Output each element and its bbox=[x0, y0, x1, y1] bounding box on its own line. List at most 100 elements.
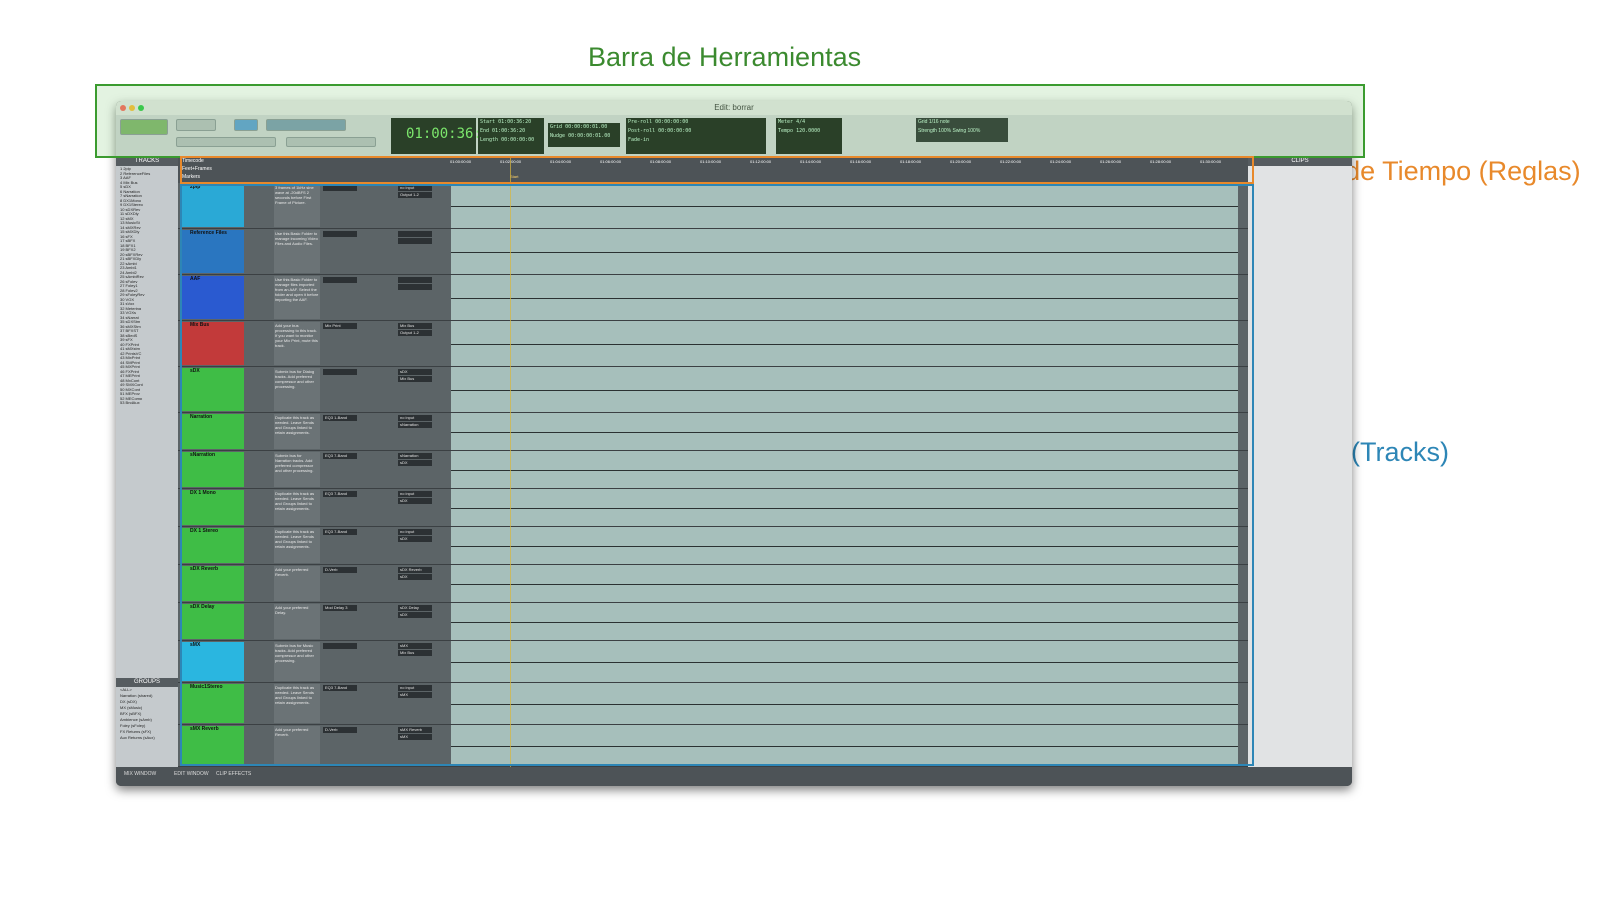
timeline-ruler[interactable]: Timecode Feet+Frames Markers Start 01:00… bbox=[178, 157, 1248, 183]
grid-settings-panel[interactable]: Grid 1/16 note Strength 100% Swing 100% bbox=[916, 118, 1008, 142]
track-name[interactable]: sMX bbox=[190, 642, 200, 648]
insert-slot[interactable]: EQ3 1-Band bbox=[323, 415, 357, 421]
track-name[interactable]: Music1Stereo bbox=[190, 684, 223, 690]
volume-automation-line[interactable] bbox=[451, 703, 1238, 705]
insert-slot[interactable] bbox=[323, 369, 357, 375]
track-playlist-lane[interactable] bbox=[451, 413, 1238, 450]
track-comment[interactable]: Duplicate this track as needed. Leave Se… bbox=[274, 490, 320, 525]
track-header[interactable]: sNarration bbox=[182, 452, 244, 487]
track-comment[interactable]: Duplicate this track as needed. Leave Se… bbox=[274, 528, 320, 563]
track-name[interactable]: sDX Reverb bbox=[190, 566, 218, 572]
track-row[interactable]: DX 1 Mono Duplicate this track as needed.… bbox=[178, 489, 1248, 527]
output-selector[interactable]: Mix Bus bbox=[398, 376, 432, 382]
input-selector[interactable]: no input bbox=[398, 415, 432, 421]
track-playlist-lane[interactable] bbox=[451, 641, 1238, 682]
volume-automation-line[interactable] bbox=[451, 431, 1238, 433]
track-header[interactable]: sMX bbox=[182, 642, 244, 681]
volume-automation-line[interactable] bbox=[451, 661, 1238, 663]
track-row[interactable]: AAF Use this Basic Folder to manage files… bbox=[178, 275, 1248, 321]
track-header[interactable]: AAF bbox=[182, 276, 244, 319]
insert-slot[interactable]: Mix Print bbox=[323, 323, 357, 329]
insert-slot[interactable]: EQ3 7-Band bbox=[323, 453, 357, 459]
track-comment[interactable]: Add your preferred Reverb. bbox=[274, 566, 320, 601]
track-comment[interactable]: Submix bus for Narration tracks. Add pre… bbox=[274, 452, 320, 487]
track-name[interactable]: DX 1 Stereo bbox=[190, 528, 218, 534]
track-row[interactable]: Music1Stereo Duplicate this track as need… bbox=[178, 683, 1248, 725]
insert-slot[interactable]: Mod Delay 3 bbox=[323, 605, 357, 611]
track-list-item[interactable]: 53 BndAux bbox=[116, 400, 178, 405]
track-name[interactable]: sDX bbox=[190, 368, 200, 374]
track-playlist-lane[interactable] bbox=[451, 321, 1238, 366]
output-selector[interactable] bbox=[398, 284, 432, 290]
track-row[interactable]: 2pip 3 frames of 1kHz sine wave at -20dBF… bbox=[178, 183, 1248, 229]
input-selector[interactable]: sDX Reverb bbox=[398, 567, 432, 573]
insert-slot[interactable]: D-Verb bbox=[323, 727, 357, 733]
track-playlist-lane[interactable] bbox=[451, 565, 1238, 602]
track-header[interactable]: sDX Reverb bbox=[182, 566, 244, 601]
input-selector[interactable]: sMX bbox=[398, 643, 432, 649]
edit-mode-button[interactable] bbox=[176, 119, 216, 131]
volume-automation-line[interactable] bbox=[451, 469, 1238, 471]
output-selector[interactable]: sDX bbox=[398, 536, 432, 542]
bottom-tab-3[interactable]: CLIP EFFECTS bbox=[216, 771, 251, 777]
insert-slot[interactable]: EQ3 7-Band bbox=[323, 529, 357, 535]
zoom-preset-button[interactable] bbox=[120, 119, 168, 135]
track-row[interactable]: sMX Reverb Add your preferred Reverb. D-Ve… bbox=[178, 725, 1248, 767]
input-selector[interactable]: no input bbox=[398, 185, 432, 191]
track-playlist-lane[interactable] bbox=[451, 683, 1238, 724]
track-row[interactable]: sMX Submix bus for Music tracks. Add pref… bbox=[178, 641, 1248, 683]
track-header[interactable]: Mix Bus bbox=[182, 322, 244, 365]
insert-slot[interactable] bbox=[323, 277, 357, 283]
track-name[interactable]: Reference Files bbox=[190, 230, 227, 236]
input-selector[interactable] bbox=[398, 231, 432, 237]
insert-slot[interactable]: D-Verb bbox=[323, 567, 357, 573]
selection-fields[interactable]: Start 01:00:36:20 End 01:00:36:20 Length… bbox=[478, 118, 544, 154]
track-row[interactable]: sDX Reverb Add your preferred Reverb. D-Ve… bbox=[178, 565, 1248, 603]
edit-tools-group[interactable] bbox=[266, 119, 346, 131]
track-playlist-lane[interactable] bbox=[451, 451, 1238, 488]
insert-slot[interactable]: EQ3 7-Band bbox=[323, 491, 357, 497]
track-header[interactable]: DX 1 Stereo bbox=[182, 528, 244, 563]
track-comment[interactable]: Duplicate this track as needed. Leave Se… bbox=[274, 414, 320, 449]
track-row[interactable]: DX 1 Stereo Duplicate this track as neede… bbox=[178, 527, 1248, 565]
input-selector[interactable]: sMX Reverb bbox=[398, 727, 432, 733]
insert-slot[interactable] bbox=[323, 643, 357, 649]
track-header[interactable]: sMX Reverb bbox=[182, 726, 244, 765]
insert-slot[interactable]: EQ3 7-Band bbox=[323, 685, 357, 691]
track-name[interactable]: sMX Reverb bbox=[190, 726, 219, 732]
track-name[interactable]: DX 1 Mono bbox=[190, 490, 216, 496]
track-playlist-lane[interactable] bbox=[451, 183, 1238, 228]
transport-counter[interactable]: Pre-roll 00:00:00:00 Post-roll 00:00:00:… bbox=[626, 118, 766, 154]
volume-automation-line[interactable] bbox=[451, 507, 1238, 509]
track-comment[interactable]: Duplicate this track as needed. Leave Se… bbox=[274, 684, 320, 723]
main-counter[interactable]: 01:00:36:20 bbox=[391, 118, 499, 154]
input-selector[interactable]: no input bbox=[398, 685, 432, 691]
playhead-cursor[interactable] bbox=[510, 157, 511, 767]
track-comment[interactable]: Add your preferred Delay. bbox=[274, 604, 320, 639]
input-selector[interactable]: Mix Bus bbox=[398, 323, 432, 329]
track-comment[interactable]: Submix bus for Music tracks. Add preferr… bbox=[274, 642, 320, 681]
input-selector[interactable]: sNarration bbox=[398, 453, 432, 459]
output-selector[interactable]: sMX bbox=[398, 734, 432, 740]
input-selector[interactable]: sDX bbox=[398, 369, 432, 375]
track-name[interactable]: AAF bbox=[190, 276, 200, 282]
track-row[interactable]: sDX Submix bus for Dialog tracks. Add pre… bbox=[178, 367, 1248, 413]
track-playlist-lane[interactable] bbox=[451, 275, 1238, 320]
grid-nudge-display[interactable]: Grid 00:00:00:01.00 Nudge 00:00:00:01.00 bbox=[548, 123, 620, 147]
edit-options-group[interactable] bbox=[176, 137, 276, 147]
track-name[interactable]: sDX Delay bbox=[190, 604, 214, 610]
track-header[interactable]: sDX Delay bbox=[182, 604, 244, 639]
bottom-tab-2[interactable]: EDIT WINDOW bbox=[174, 771, 209, 777]
track-comment[interactable]: Submix bus for Dialog tracks. Add prefer… bbox=[274, 368, 320, 411]
track-name[interactable]: Narration bbox=[190, 414, 212, 420]
tempo-meter-display[interactable]: Meter 4/4 Tempo 120.0000 bbox=[776, 118, 842, 154]
track-playlist-lane[interactable] bbox=[451, 489, 1238, 526]
volume-automation-line[interactable] bbox=[451, 621, 1238, 623]
track-header[interactable]: Reference Files bbox=[182, 230, 244, 273]
track-name[interactable]: Mix Bus bbox=[190, 322, 209, 328]
volume-automation-line[interactable] bbox=[451, 297, 1238, 299]
volume-automation-line[interactable] bbox=[451, 251, 1238, 253]
output-selector[interactable]: Output 1-2 bbox=[398, 192, 432, 198]
volume-automation-line[interactable] bbox=[451, 343, 1238, 345]
output-selector[interactable]: Mix Bus bbox=[398, 650, 432, 656]
